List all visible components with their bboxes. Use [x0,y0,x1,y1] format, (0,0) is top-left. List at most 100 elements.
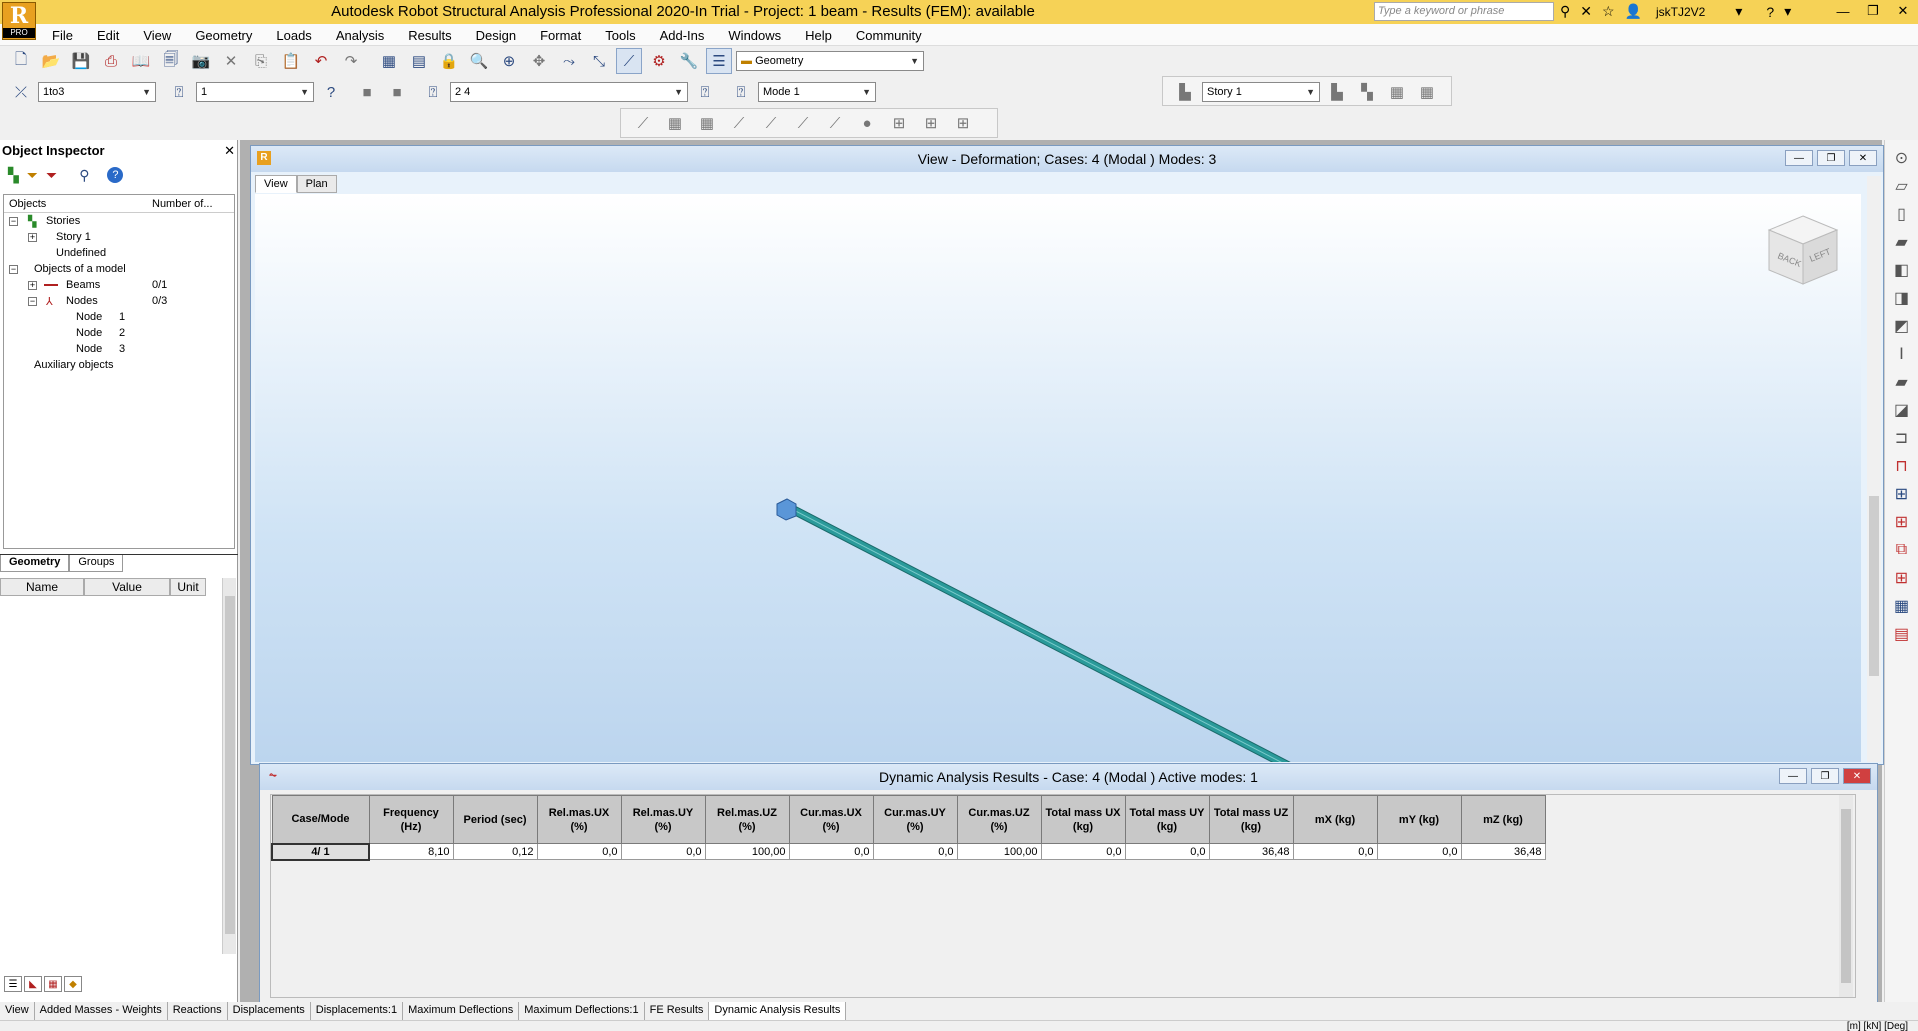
tab-view[interactable]: View [0,1002,35,1020]
diagram-icon-5[interactable]: ⟋ [758,110,784,136]
col-my[interactable]: mY (kg) [1376,795,1462,844]
release-tool-icon[interactable]: ◪ [1890,398,1914,422]
solid-tool-icon[interactable]: ◧ [1890,258,1914,282]
tab-dynamic-analysis-results[interactable]: Dynamic Analysis Results [709,1002,847,1020]
layout-selector[interactable]: ▬ Geometry ▼ [736,51,924,71]
undo-icon[interactable]: ↶ [308,48,334,74]
prop-col-unit[interactable]: Unit [170,578,206,596]
structure-grid-icon[interactable]: ⊞ [1890,510,1914,534]
display-icon[interactable]: ⤡ [586,48,612,74]
search-input[interactable]: Type a keyword or phrase [1374,2,1554,21]
col-total-mass-uz[interactable]: Total mass UZ (kg) [1208,795,1294,844]
grid-icon-2[interactable]: ⊞ [918,110,944,136]
tab-max-deflections-1[interactable]: Maximum Deflections:1 [519,1002,645,1020]
cell-rel-mas-uy[interactable]: 0,0 [620,843,706,860]
view-window-titlebar[interactable]: R View - Deformation; Cases: 4 (Modal ) … [251,146,1883,172]
cell-rel-mas-uz[interactable]: 100,00 [704,843,790,860]
cell-case-mode[interactable]: 4/ 1 [271,842,370,861]
cases-icon[interactable]: ⍰ [420,79,446,105]
menu-community[interactable]: Community [844,28,934,43]
menu-file[interactable]: File [40,28,85,43]
prop-col-name[interactable]: Name [0,578,84,596]
nodes-tool-icon[interactable]: ⊙ [1890,146,1914,170]
view-scrollbar[interactable] [1867,176,1881,762]
story-combo[interactable]: Story 1 ▼ [1202,82,1320,102]
bars-tool-icon[interactable]: ▱ [1890,174,1914,198]
calculator-icon[interactable]: ▦ [376,48,402,74]
query-icon[interactable]: ? [318,79,344,105]
load-case-icon[interactable]: ⍰ [692,79,718,105]
tab-geometry[interactable]: Geometry [0,555,70,572]
units-indicator[interactable]: [m] [kN] [Deg] [1847,1021,1908,1031]
tab-max-deflections[interactable]: Maximum Deflections [403,1002,520,1020]
mode-combo[interactable]: Mode 1 ▼ [758,82,876,102]
truss-icon[interactable]: ⊞ [1890,566,1914,590]
scroll-thumb[interactable] [1869,496,1879,676]
scroll-thumb[interactable] [1841,809,1851,983]
menu-tools[interactable]: Tools [593,28,647,43]
col-cur-mas-ux[interactable]: Cur.mas.UX (%) [788,795,874,844]
col-case-mode[interactable]: Case/Mode [271,795,370,844]
cell-cur-mas-uy[interactable]: 0,0 [872,843,958,860]
exchange-icon[interactable]: ✕ [1580,3,1592,20]
tree-item-node-3[interactable]: Node 3 [4,341,234,357]
tree-item-auxiliary[interactable]: Auxiliary objects [4,357,234,373]
minimize-button[interactable]: — [1828,0,1858,22]
cell-frequency[interactable]: 8,10 [368,843,454,860]
maximize-button[interactable]: ❐ [1817,150,1845,166]
tab-fe-results[interactable]: FE Results [645,1002,710,1020]
frame-icon[interactable]: ⊞ [1890,482,1914,506]
support-tool-icon[interactable]: ▯ [1890,202,1914,226]
tables-icon[interactable]: ▤ [406,48,432,74]
chevron-down-icon[interactable]: ▾ [1735,3,1742,20]
menu-design[interactable]: Design [464,28,528,43]
col-cur-mas-uy[interactable]: Cur.mas.UY (%) [872,795,958,844]
selection-cursor-icon[interactable]: ⤫ [8,79,34,105]
scroll-thumb[interactable] [225,596,235,934]
prev-case-icon[interactable]: ■ [354,79,380,105]
menu-results[interactable]: Results [396,28,463,43]
col-cur-mas-uz[interactable]: Cur.mas.UZ (%) [956,795,1042,844]
case-selection-combo[interactable]: 1 ▼ [196,82,314,102]
next-case-icon[interactable]: ■ [384,79,410,105]
results-map-icon[interactable]: ⟋ [616,48,642,74]
cell-mx[interactable]: 0,0 [1292,843,1378,860]
star-icon[interactable]: ☆ [1602,3,1615,20]
diagram-icon-3[interactable]: ▦ [694,110,720,136]
col-mz[interactable]: mZ (kg) [1460,795,1546,844]
tab-added-masses[interactable]: Added Masses - Weights [35,1002,168,1020]
node-1[interactable] [776,498,797,521]
copy-icon[interactable]: ⎘ [248,48,274,74]
tree-item-node-2[interactable]: Node 2 [4,325,234,341]
print-preview-icon[interactable]: 🗐 [158,48,184,74]
diagram-icon-2[interactable]: ▦ [662,110,688,136]
cell-mz[interactable]: 36,48 [1460,843,1546,860]
restore-button[interactable]: ❐ [1858,0,1888,22]
panel-tool-icon[interactable]: ▰ [1890,230,1914,254]
expand-icon[interactable]: + [28,280,37,290]
zoom-all-icon[interactable]: ⊕ [496,48,522,74]
table-view-icon[interactable]: ▦ [44,976,62,992]
col-rel-mas-uz[interactable]: Rel.mas.UZ (%) [704,795,790,844]
offset-tool-icon[interactable]: ⊐ [1890,426,1914,450]
new-file-icon[interactable]: 🗋 [8,48,34,74]
menu-geometry[interactable]: Geometry [183,28,264,43]
menu-windows[interactable]: Windows [716,28,793,43]
results-scrollbar[interactable] [1839,795,1853,997]
cut-icon[interactable]: ✕ [218,48,244,74]
tab-plan[interactable]: Plan [296,175,337,193]
zoom-window-icon[interactable]: 🔍 [466,48,492,74]
structure-icon[interactable]: ▚ [8,167,19,184]
minimize-button[interactable]: — [1779,768,1807,784]
binoculars-icon[interactable]: ⚲ [1560,3,1570,20]
section-tool-icon[interactable]: ◩ [1890,314,1914,338]
help-icon[interactable]: ? [1766,4,1774,20]
tab-reactions[interactable]: Reactions [168,1002,228,1020]
slab-tool-icon[interactable]: ▰ [1890,370,1914,394]
print-icon[interactable]: ⎙ [98,48,124,74]
user-name[interactable]: jskTJ2V2 [1656,5,1705,19]
settings-gear-icon[interactable]: ⚙ [646,48,672,74]
ibeam-icon[interactable]: Ⅰ [1890,342,1914,366]
story-query-icon[interactable]: ▚ [1354,79,1380,105]
diagram-icon-6[interactable]: ⟋ [790,110,816,136]
